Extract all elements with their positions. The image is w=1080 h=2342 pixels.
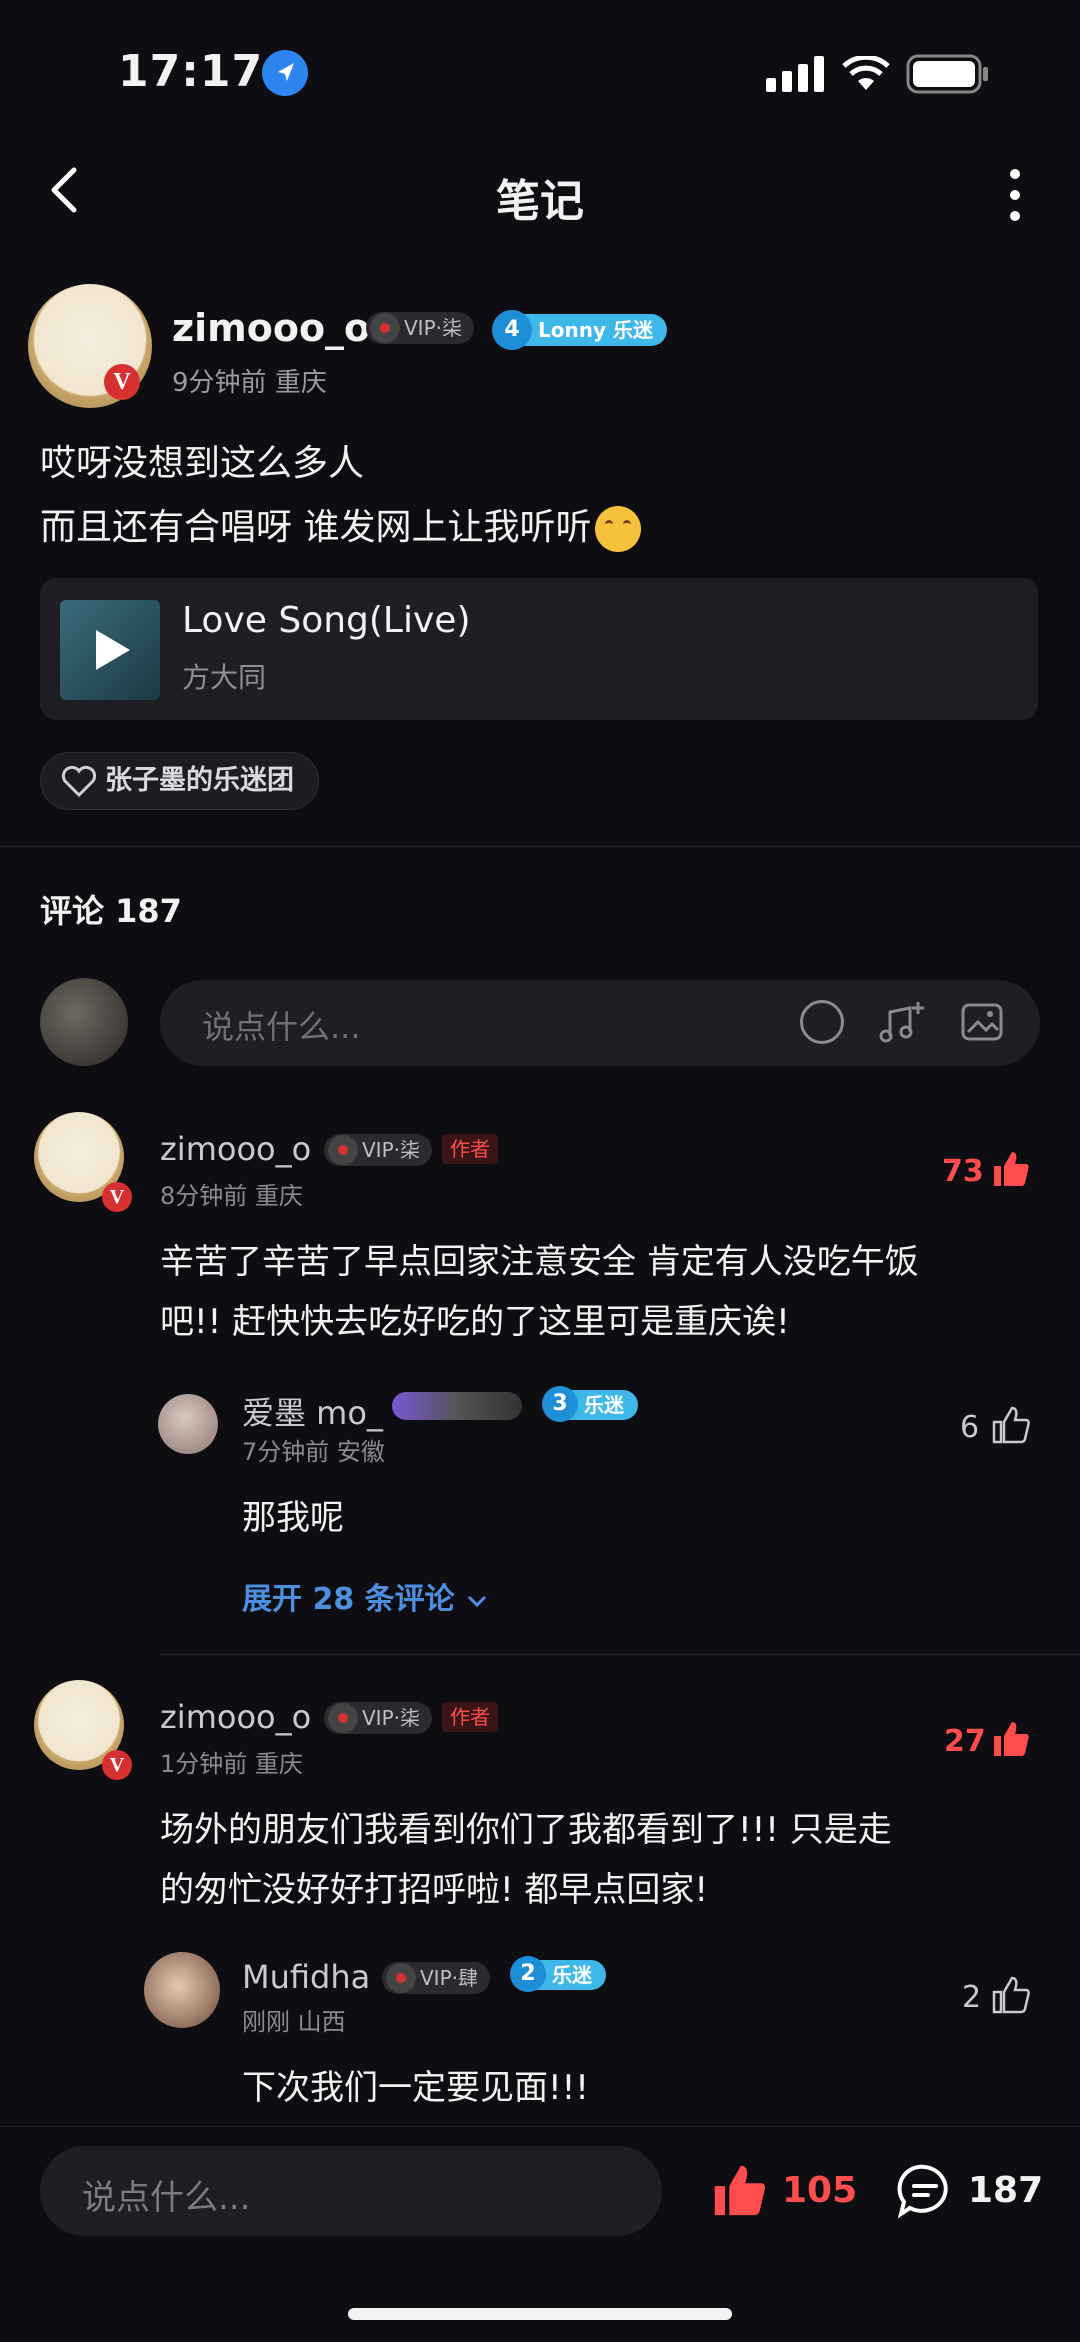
- fan-level-heart-icon: 4: [492, 310, 532, 350]
- location-arrow-icon: [262, 50, 308, 96]
- expand-replies-button[interactable]: 展开 28 条评论: [242, 1574, 489, 1618]
- fan-group-chip[interactable]: 张子墨的乐迷团: [40, 752, 319, 810]
- reply-meta: 刚刚 山西: [242, 2008, 346, 2036]
- status-time: 17:17: [118, 46, 264, 97]
- verified-badge: V: [104, 364, 140, 400]
- comment-input[interactable]: 说点什么...: [160, 980, 1040, 1066]
- reply-like-count: 2: [962, 1980, 982, 2015]
- emoji-icon[interactable]: [800, 1000, 844, 1044]
- like-outline-icon[interactable]: [990, 1404, 1030, 1444]
- like-filled-icon[interactable]: [990, 1718, 1030, 1758]
- comment-divider: [160, 1654, 1080, 1655]
- play-icon: [96, 630, 130, 670]
- song-artist: 方大同: [182, 661, 267, 694]
- comment-bubble-icon[interactable]: [896, 2162, 954, 2220]
- author-tag: 作者: [442, 1702, 498, 1732]
- vip-badge: VIP·柒: [324, 1134, 432, 1166]
- author-tag: 作者: [442, 1134, 498, 1164]
- comments-count: 评论 187: [40, 892, 182, 930]
- album-cover: [60, 600, 160, 700]
- comment-like-count: 27: [944, 1724, 986, 1759]
- bottom-comment-input[interactable]: 说点什么...: [40, 2146, 662, 2236]
- home-indicator[interactable]: [348, 2308, 732, 2320]
- signal-icon: [766, 56, 824, 92]
- music-add-icon[interactable]: [876, 998, 926, 1048]
- like-filled-icon[interactable]: [708, 2160, 768, 2218]
- comment-meta: 8分钟前 重庆: [160, 1182, 303, 1210]
- post-meta: 9分钟前 重庆: [172, 368, 327, 398]
- reply-meta: 7分钟前 安徽: [242, 1438, 385, 1466]
- chevron-down-icon: [468, 1595, 487, 1607]
- more-options-icon[interactable]: [995, 160, 1035, 230]
- like-outline-icon[interactable]: [990, 1974, 1030, 2014]
- battery-icon: [906, 54, 988, 94]
- blurred-badges: [392, 1392, 522, 1420]
- reply-like-count: 6: [960, 1410, 980, 1445]
- reply-text: 下次我们一定要见面!!!: [242, 2068, 589, 2108]
- reply-text: 那我呢: [242, 1498, 344, 1538]
- post-comment-count: 187: [968, 2170, 1044, 2211]
- yum-emoji-icon: [595, 506, 642, 552]
- fan-level-badge: 4 Lonny 乐迷: [492, 310, 667, 350]
- song-card[interactable]: Love Song(Live) 方大同: [40, 578, 1038, 720]
- song-title: Love Song(Live): [182, 600, 471, 641]
- post-author-name[interactable]: zimooo_o: [172, 306, 370, 350]
- my-avatar: [40, 978, 128, 1066]
- vip-badge: VIP·柒: [324, 1702, 432, 1734]
- wifi-icon: [842, 56, 890, 90]
- vip-badge: VIP·柒: [366, 312, 474, 344]
- post-content: 哎呀没想到这么多人 而且还有合唱呀 谁发网上让我听听: [40, 432, 642, 560]
- verified-badge: V: [102, 1750, 132, 1780]
- vip-badge: VIP·肆: [382, 1962, 490, 1994]
- reply-author[interactable]: 爱墨 mo_: [242, 1388, 383, 1434]
- comment-author[interactable]: zimooo_o: [160, 1130, 311, 1168]
- section-divider: [0, 846, 1080, 847]
- reply-avatar[interactable]: [144, 1952, 220, 2028]
- comment-text: 场外的朋友们我看到你们了我都看到了!!! 只是走 的匆忙没好好打招呼啦! 都早点…: [160, 1810, 892, 1910]
- comment-author[interactable]: zimooo_o: [160, 1698, 311, 1736]
- comment-like-count: 73: [942, 1154, 984, 1189]
- fan-group-heart-icon: [61, 765, 97, 797]
- post-like-count: 105: [782, 2170, 858, 2211]
- comment-text: 辛苦了辛苦了早点回家注意安全 肯定有人没吃午饭 吧!! 赶快快去吃好吃的了这里可…: [160, 1242, 919, 1342]
- comment-meta: 1分钟前 重庆: [160, 1750, 303, 1778]
- fan-level-badge: 2 乐迷: [510, 1956, 606, 1992]
- like-filled-icon[interactable]: [990, 1148, 1030, 1188]
- fan-level-badge: 3 乐迷: [542, 1386, 638, 1422]
- image-icon[interactable]: [960, 1000, 1004, 1044]
- page-title: 笔记: [496, 176, 584, 227]
- reply-author[interactable]: Mufidha: [242, 1958, 370, 1996]
- reply-avatar[interactable]: [158, 1394, 218, 1454]
- verified-badge: V: [102, 1182, 132, 1212]
